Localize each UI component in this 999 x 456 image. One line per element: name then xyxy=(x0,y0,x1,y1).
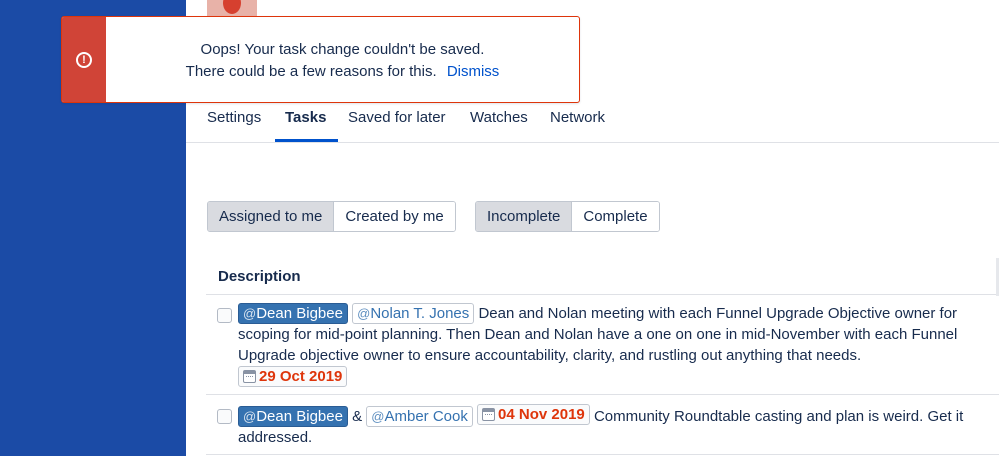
calendar-icon xyxy=(243,370,256,383)
row-divider xyxy=(206,454,999,455)
tab-saved-for-later[interactable]: Saved for later xyxy=(348,109,446,126)
row-divider xyxy=(206,394,999,395)
flag-icon-bar: ! xyxy=(62,17,106,102)
flag-title: Oops! Your task change couldn't be saved… xyxy=(200,41,485,58)
tab-settings[interactable]: Settings xyxy=(207,109,261,126)
created-by-me-button[interactable]: Created by me xyxy=(333,202,455,231)
mention-dean-bigbee[interactable]: @Dean Bigbee xyxy=(238,406,348,427)
description-column-header[interactable]: Description xyxy=(218,268,301,285)
due-date[interactable]: 04 Nov 2019 xyxy=(477,404,590,425)
assigned-to-me-button[interactable]: Assigned to me xyxy=(208,202,334,231)
mention-amber-cook[interactable]: @Amber Cook xyxy=(366,406,473,427)
incomplete-button[interactable]: Incomplete xyxy=(476,202,572,231)
mention-joiner: & xyxy=(352,408,363,425)
flag-message: Oops! Your task change couldn't be saved… xyxy=(106,39,579,83)
profile-tabs: Settings Tasks Saved for later Watches N… xyxy=(186,100,999,143)
complete-button[interactable]: Complete xyxy=(571,202,659,231)
error-flag: ! Oops! Your task change couldn't be sav… xyxy=(61,16,580,103)
flag-description: There could be a few reasons for this. xyxy=(185,63,437,80)
status-filter-group: Incomplete Complete xyxy=(475,201,660,232)
mention-nolan-t-jones[interactable]: @Nolan T. Jones xyxy=(352,303,475,324)
header-divider xyxy=(206,294,999,295)
calendar-icon xyxy=(482,408,496,421)
owner-filter-group: Assigned to me Created by me xyxy=(207,201,456,232)
task-row: @Dean Bigbee & @Amber Cook 04 Nov 2019 C… xyxy=(206,404,999,448)
active-tab-indicator xyxy=(275,139,338,142)
mention-dean-bigbee[interactable]: @Dean Bigbee xyxy=(238,303,348,324)
due-date[interactable]: 29 Oct 2019 xyxy=(238,366,348,387)
tab-network[interactable]: Network xyxy=(550,109,605,126)
error-icon: ! xyxy=(76,51,92,68)
tab-tasks[interactable]: Tasks xyxy=(285,109,326,126)
task-row: @Dean Bigbee @Nolan T. Jones Dean and No… xyxy=(206,303,999,387)
dismiss-link[interactable]: Dismiss xyxy=(447,63,500,80)
task-checkbox[interactable] xyxy=(217,308,232,323)
task-checkbox[interactable] xyxy=(217,409,232,424)
tab-watches[interactable]: Watches xyxy=(470,109,528,126)
